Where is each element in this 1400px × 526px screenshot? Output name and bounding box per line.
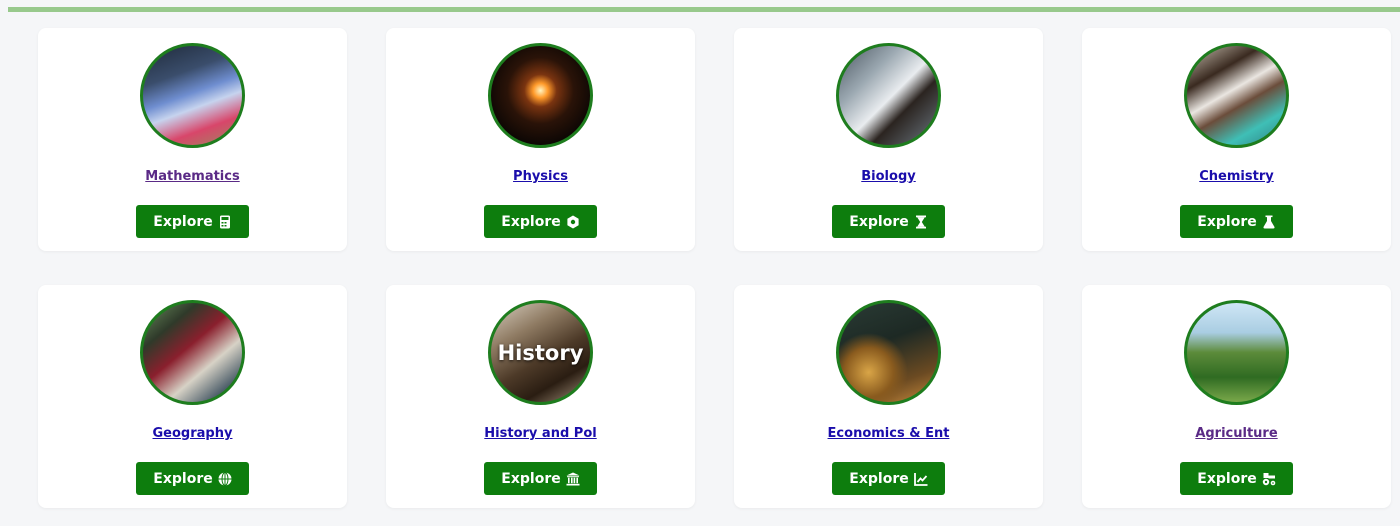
subject-link-chemistry[interactable]: Chemistry [1082, 169, 1391, 184]
tractor-icon [1262, 472, 1276, 486]
explore-button-chemistry[interactable]: Explore [1180, 205, 1293, 238]
geography-image [140, 300, 245, 405]
explore-button-geography[interactable]: Explore [136, 462, 249, 495]
subject-card-chemistry: Chemistry Explore [1082, 28, 1391, 251]
explore-label: Explore [153, 470, 213, 487]
top-accent-bar [8, 7, 1400, 12]
globe-icon [218, 471, 232, 486]
calculator-icon [218, 215, 232, 229]
flask-icon [1262, 215, 1276, 229]
explore-label: Explore [849, 470, 909, 487]
subject-grid: Mathematics Explore Physics Explore Biol… [38, 28, 1391, 508]
subject-link-biology[interactable]: Biology [734, 169, 1043, 184]
agriculture-image [1184, 300, 1289, 405]
subject-link-history[interactable]: History and Pol [386, 426, 695, 441]
landmark-icon [566, 472, 580, 486]
subject-card-geography: Geography Explore [38, 285, 347, 508]
biology-image [836, 43, 941, 148]
subject-card-economics: Economics & Ent Explore [734, 285, 1043, 508]
subject-link-agriculture[interactable]: Agriculture [1082, 426, 1391, 441]
atom-icon [566, 215, 580, 229]
explore-button-economics[interactable]: Explore [832, 462, 945, 495]
physics-image [488, 43, 593, 148]
explore-button-history[interactable]: Explore [484, 462, 597, 495]
explore-button-agriculture[interactable]: Explore [1180, 462, 1293, 495]
economics-image [836, 300, 941, 405]
explore-button-physics[interactable]: Explore [484, 205, 597, 238]
explore-button-mathematics[interactable]: Explore [136, 205, 249, 238]
subject-link-mathematics[interactable]: Mathematics [38, 169, 347, 184]
explore-label: Explore [501, 470, 561, 487]
explore-label: Explore [153, 213, 213, 230]
subject-card-history: History History and Pol Explore [386, 285, 695, 508]
subject-link-physics[interactable]: Physics [386, 169, 695, 184]
history-image-text: History [497, 340, 584, 365]
chart-line-icon [913, 472, 928, 486]
subject-link-geography[interactable]: Geography [38, 426, 347, 441]
chemistry-image [1184, 43, 1289, 148]
subject-card-physics: Physics Explore [386, 28, 695, 251]
mathematics-image [140, 43, 245, 148]
subject-link-economics[interactable]: Economics & Ent [734, 426, 1043, 441]
subject-card-agriculture: Agriculture Explore [1082, 285, 1391, 508]
explore-button-biology[interactable]: Explore [832, 205, 945, 238]
history-image: History [488, 300, 593, 405]
subject-card-mathematics: Mathematics Explore [38, 28, 347, 251]
explore-label: Explore [501, 213, 561, 230]
hourglass-icon [914, 215, 928, 229]
explore-label: Explore [1197, 470, 1257, 487]
explore-label: Explore [849, 213, 909, 230]
subject-card-biology: Biology Explore [734, 28, 1043, 251]
explore-label: Explore [1197, 213, 1257, 230]
